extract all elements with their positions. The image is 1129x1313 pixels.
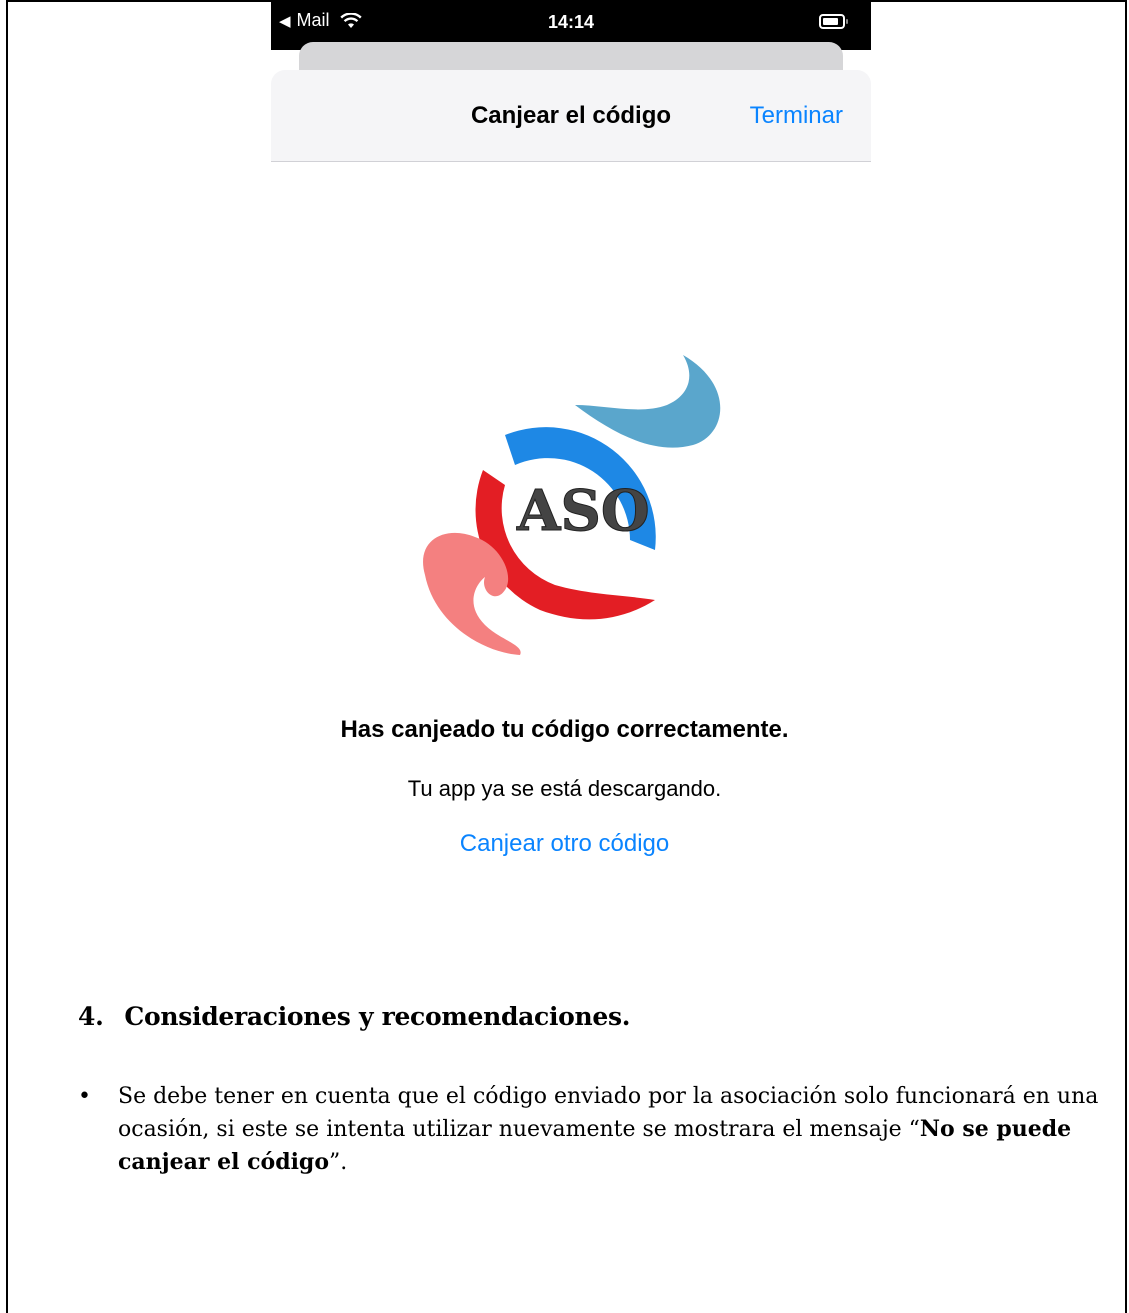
done-button[interactable]: Terminar [750, 102, 843, 130]
redeem-sheet-header: Canjear el código Terminar [271, 70, 871, 162]
battery-icon [819, 14, 848, 29]
redeem-another-code-label[interactable]: Canjear otro código [460, 830, 669, 857]
bullet-item: • Se debe tener en cuenta que el código … [78, 1081, 1108, 1179]
logo-teal-swoosh [575, 355, 721, 448]
section-heading: 4. Consideraciones y recomendaciones. [78, 1002, 631, 1031]
bullet-text: Se debe tener en cuenta que el código en… [118, 1081, 1108, 1179]
bullet-dot-icon: • [78, 1084, 91, 1109]
success-title: Has canjeado tu código correctamente. [340, 716, 789, 743]
status-time: 14:14 [547, 12, 595, 32]
section-number: 4. [78, 1002, 104, 1031]
aso-logo: ASO [423, 355, 721, 655]
phone-screenshot: ◀ Mail 14:14 Canjear el código Terminar [271, 0, 871, 162]
bullet-text-part2: ”. [329, 1150, 348, 1175]
success-subtitle: Tu app ya se está descargando. [407, 776, 722, 801]
logo-lettering: ASO [516, 478, 650, 544]
redeem-another-code-link: Canjear otro código [0, 830, 1129, 858]
section-title: Consideraciones y recomendaciones. [124, 1002, 631, 1031]
